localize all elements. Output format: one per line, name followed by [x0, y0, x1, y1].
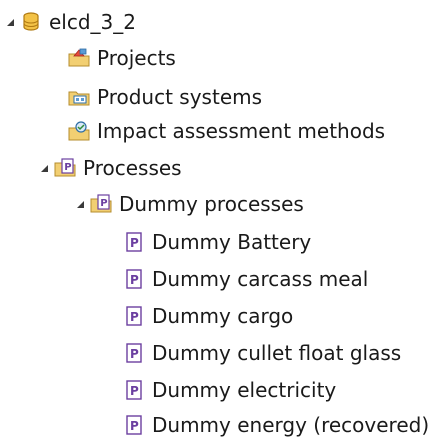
processes-folder-icon: P: [54, 157, 76, 179]
navigation-tree: elcd_3_2 Projects Product systems Impact…: [0, 0, 446, 441]
tree-node-label: Dummy energy (recovered): [152, 413, 430, 437]
product-systems-folder-icon: [68, 86, 90, 108]
expanded-arrow-icon[interactable]: [38, 162, 50, 174]
processes-category-icon: P: [90, 193, 112, 215]
svg-text:P: P: [130, 347, 139, 361]
process-icon: P: [123, 231, 145, 253]
tree-node-label: Impact assessment methods: [97, 119, 386, 143]
tree-node-product-systems[interactable]: Product systems: [68, 82, 262, 112]
process-icon: P: [123, 342, 145, 364]
expanded-arrow-icon[interactable]: [4, 16, 16, 28]
svg-text:P: P: [64, 162, 71, 173]
tree-node-label: elcd_3_2: [49, 10, 137, 34]
tree-node-process[interactable]: P Dummy Battery: [123, 227, 311, 257]
projects-folder-icon: [68, 47, 90, 69]
tree-node-label: Dummy Battery: [152, 230, 312, 254]
tree-node-dummy-processes[interactable]: P Dummy processes: [74, 189, 304, 219]
expanded-arrow-icon[interactable]: [74, 198, 86, 210]
tree-node-label: Processes: [83, 156, 182, 180]
process-icon: P: [123, 305, 145, 327]
tree-node-processes[interactable]: P Processes: [38, 153, 182, 183]
tree-node-label: Dummy processes: [119, 192, 304, 216]
tree-node-process[interactable]: P Dummy electricity: [123, 375, 336, 405]
tree-node-label: Product systems: [97, 85, 263, 109]
tree-node-process[interactable]: P Dummy carcass meal: [123, 264, 368, 294]
tree-node-process[interactable]: P Dummy cullet float glass: [123, 338, 401, 368]
tree-node-process[interactable]: P Dummy cargo: [123, 301, 293, 331]
tree-node-process[interactable]: P Dummy energy (recovered): [123, 410, 429, 440]
svg-text:P: P: [130, 419, 139, 433]
tree-node-label: Dummy carcass meal: [152, 267, 369, 291]
tree-node-projects[interactable]: Projects: [68, 43, 176, 73]
tree-node-label: Dummy cargo: [152, 304, 294, 328]
process-icon: P: [123, 414, 145, 436]
svg-text:P: P: [130, 384, 139, 398]
tree-node-label: Dummy electricity: [152, 378, 337, 402]
tree-node-database[interactable]: elcd_3_2: [4, 7, 136, 37]
process-icon: P: [123, 268, 145, 290]
process-icon: P: [123, 379, 145, 401]
tree-node-label: Projects: [97, 46, 176, 70]
tree-node-impact-assessment-methods[interactable]: Impact assessment methods: [68, 116, 385, 146]
database-icon: [20, 11, 42, 33]
tree-node-label: Dummy cullet float glass: [152, 341, 402, 365]
svg-text:P: P: [130, 236, 139, 250]
svg-text:P: P: [130, 310, 139, 324]
svg-text:P: P: [100, 198, 107, 209]
svg-text:P: P: [130, 273, 139, 287]
impact-methods-folder-icon: [68, 120, 90, 142]
